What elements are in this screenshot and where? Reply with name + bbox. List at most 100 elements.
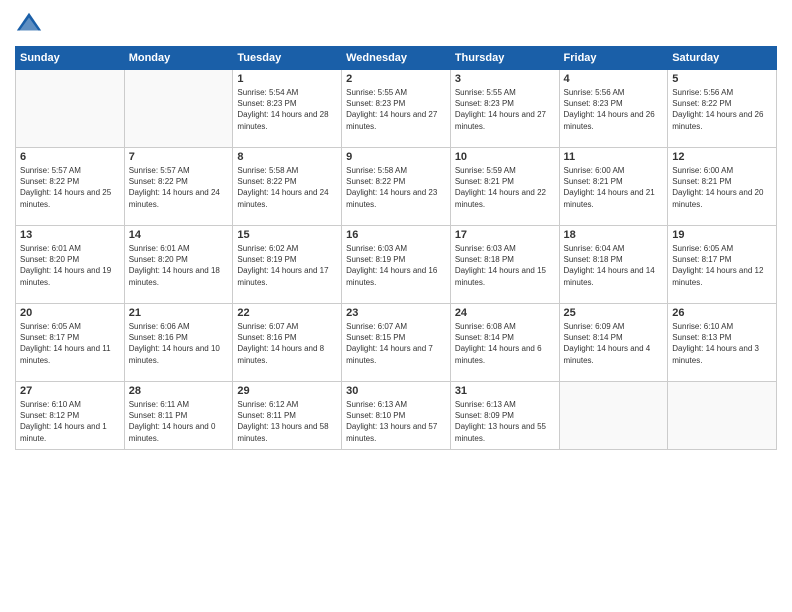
logo (15, 10, 47, 38)
header (15, 10, 777, 38)
day-number: 12 (672, 151, 772, 163)
day-number: 14 (129, 229, 229, 241)
day-info: Sunrise: 5:57 AM Sunset: 8:22 PM Dayligh… (129, 165, 229, 210)
day-info: Sunrise: 6:11 AM Sunset: 8:11 PM Dayligh… (129, 399, 229, 444)
calendar-cell: 11 Sunrise: 6:00 AM Sunset: 8:21 PM Dayli… (559, 148, 668, 226)
day-number: 22 (237, 307, 337, 319)
calendar-header-row: SundayMondayTuesdayWednesdayThursdayFrid… (16, 47, 777, 70)
day-number: 5 (672, 73, 772, 85)
calendar-cell: 25 Sunrise: 6:09 AM Sunset: 8:14 PM Dayli… (559, 304, 668, 382)
day-info: Sunrise: 5:55 AM Sunset: 8:23 PM Dayligh… (346, 87, 446, 132)
day-number: 15 (237, 229, 337, 241)
day-info: Sunrise: 6:00 AM Sunset: 8:21 PM Dayligh… (564, 165, 664, 210)
day-info: Sunrise: 6:03 AM Sunset: 8:18 PM Dayligh… (455, 243, 555, 288)
day-info: Sunrise: 5:56 AM Sunset: 8:23 PM Dayligh… (564, 87, 664, 132)
calendar-cell: 16Sunrise: 6:03 AM Sunset: 8:19 PM Dayli… (342, 226, 451, 304)
day-info: Sunrise: 6:08 AM Sunset: 8:14 PM Dayligh… (455, 321, 555, 366)
day-number: 10 (455, 151, 555, 163)
page: SundayMondayTuesdayWednesdayThursdayFrid… (0, 0, 792, 612)
day-info: Sunrise: 5:57 AM Sunset: 8:22 PM Dayligh… (20, 165, 120, 210)
day-number: 11 (564, 151, 664, 163)
calendar: SundayMondayTuesdayWednesdayThursdayFrid… (15, 46, 777, 450)
calendar-cell: 6 Sunrise: 5:57 AM Sunset: 8:22 PM Daylig… (16, 148, 125, 226)
day-info: Sunrise: 6:00 AM Sunset: 8:21 PM Dayligh… (672, 165, 772, 210)
day-info: Sunrise: 6:10 AM Sunset: 8:13 PM Dayligh… (672, 321, 772, 366)
calendar-week-4: 20 Sunrise: 6:05 AM Sunset: 8:17 PM Dayli… (16, 304, 777, 382)
calendar-cell (559, 382, 668, 450)
calendar-week-1: 1 Sunrise: 5:54 AM Sunset: 8:23 PM Daylig… (16, 70, 777, 148)
day-number: 4 (564, 73, 664, 85)
calendar-cell: 1 Sunrise: 5:54 AM Sunset: 8:23 PM Daylig… (233, 70, 342, 148)
day-info: Sunrise: 6:12 AM Sunset: 8:11 PM Dayligh… (237, 399, 337, 444)
calendar-cell: 31 Sunrise: 6:13 AM Sunset: 8:09 PM Dayli… (450, 382, 559, 450)
calendar-header-saturday: Saturday (668, 47, 777, 70)
calendar-cell: 23 Sunrise: 6:07 AM Sunset: 8:15 PM Dayli… (342, 304, 451, 382)
day-info: Sunrise: 6:10 AM Sunset: 8:12 PM Dayligh… (20, 399, 120, 444)
day-info: Sunrise: 6:04 AM Sunset: 8:18 PM Dayligh… (564, 243, 664, 288)
day-number: 29 (237, 385, 337, 397)
calendar-cell: 10 Sunrise: 5:59 AM Sunset: 8:21 PM Dayli… (450, 148, 559, 226)
calendar-cell: 14 Sunrise: 6:01 AM Sunset: 8:20 PM Dayli… (124, 226, 233, 304)
calendar-header-thursday: Thursday (450, 47, 559, 70)
day-info: Sunrise: 6:05 AM Sunset: 8:17 PM Dayligh… (672, 243, 772, 288)
day-number: 8 (237, 151, 337, 163)
day-number: 9 (346, 151, 446, 163)
calendar-cell: 12 Sunrise: 6:00 AM Sunset: 8:21 PM Dayli… (668, 148, 777, 226)
calendar-week-2: 6 Sunrise: 5:57 AM Sunset: 8:22 PM Daylig… (16, 148, 777, 226)
calendar-header-friday: Friday (559, 47, 668, 70)
calendar-cell: 9 Sunrise: 5:58 AM Sunset: 8:22 PM Daylig… (342, 148, 451, 226)
day-number: 24 (455, 307, 555, 319)
day-info: Sunrise: 5:56 AM Sunset: 8:22 PM Dayligh… (672, 87, 772, 132)
calendar-cell: 2 Sunrise: 5:55 AM Sunset: 8:23 PM Daylig… (342, 70, 451, 148)
calendar-cell: 28 Sunrise: 6:11 AM Sunset: 8:11 PM Dayli… (124, 382, 233, 450)
calendar-cell: 3 Sunrise: 5:55 AM Sunset: 8:23 PM Daylig… (450, 70, 559, 148)
day-number: 18 (564, 229, 664, 241)
calendar-week-5: 27 Sunrise: 6:10 AM Sunset: 8:12 PM Dayli… (16, 382, 777, 450)
day-number: 7 (129, 151, 229, 163)
calendar-header-tuesday: Tuesday (233, 47, 342, 70)
day-info: Sunrise: 5:59 AM Sunset: 8:21 PM Dayligh… (455, 165, 555, 210)
day-number: 16 (346, 229, 446, 241)
day-number: 26 (672, 307, 772, 319)
calendar-cell: 8 Sunrise: 5:58 AM Sunset: 8:22 PM Daylig… (233, 148, 342, 226)
calendar-cell: 22 Sunrise: 6:07 AM Sunset: 8:16 PM Dayli… (233, 304, 342, 382)
calendar-cell: 19Sunrise: 6:05 AM Sunset: 8:17 PM Dayli… (668, 226, 777, 304)
calendar-header-wednesday: Wednesday (342, 47, 451, 70)
calendar-cell: 5 Sunrise: 5:56 AM Sunset: 8:22 PM Daylig… (668, 70, 777, 148)
day-number: 20 (20, 307, 120, 319)
day-number: 1 (237, 73, 337, 85)
day-info: Sunrise: 6:09 AM Sunset: 8:14 PM Dayligh… (564, 321, 664, 366)
calendar-cell (668, 382, 777, 450)
calendar-cell: 15 Sunrise: 6:02 AM Sunset: 8:19 PM Dayli… (233, 226, 342, 304)
day-info: Sunrise: 6:13 AM Sunset: 8:09 PM Dayligh… (455, 399, 555, 444)
calendar-cell: 27 Sunrise: 6:10 AM Sunset: 8:12 PM Dayli… (16, 382, 125, 450)
calendar-cell: 26 Sunrise: 6:10 AM Sunset: 8:13 PM Dayli… (668, 304, 777, 382)
day-number: 23 (346, 307, 446, 319)
day-number: 25 (564, 307, 664, 319)
day-info: Sunrise: 6:01 AM Sunset: 8:20 PM Dayligh… (20, 243, 120, 288)
day-info: Sunrise: 5:58 AM Sunset: 8:22 PM Dayligh… (237, 165, 337, 210)
calendar-cell: 7 Sunrise: 5:57 AM Sunset: 8:22 PM Daylig… (124, 148, 233, 226)
day-number: 27 (20, 385, 120, 397)
calendar-cell (124, 70, 233, 148)
day-info: Sunrise: 6:07 AM Sunset: 8:15 PM Dayligh… (346, 321, 446, 366)
day-number: 31 (455, 385, 555, 397)
day-number: 28 (129, 385, 229, 397)
day-number: 21 (129, 307, 229, 319)
day-info: Sunrise: 6:05 AM Sunset: 8:17 PM Dayligh… (20, 321, 120, 366)
day-number: 2 (346, 73, 446, 85)
day-info: Sunrise: 5:54 AM Sunset: 8:23 PM Dayligh… (237, 87, 337, 132)
calendar-header-sunday: Sunday (16, 47, 125, 70)
day-number: 30 (346, 385, 446, 397)
day-number: 6 (20, 151, 120, 163)
day-info: Sunrise: 5:55 AM Sunset: 8:23 PM Dayligh… (455, 87, 555, 132)
calendar-cell: 17 Sunrise: 6:03 AM Sunset: 8:18 PM Dayli… (450, 226, 559, 304)
calendar-cell (16, 70, 125, 148)
day-info: Sunrise: 6:02 AM Sunset: 8:19 PM Dayligh… (237, 243, 337, 288)
calendar-cell: 4 Sunrise: 5:56 AM Sunset: 8:23 PM Daylig… (559, 70, 668, 148)
day-number: 17 (455, 229, 555, 241)
day-info: Sunrise: 5:58 AM Sunset: 8:22 PM Dayligh… (346, 165, 446, 210)
day-number: 3 (455, 73, 555, 85)
day-info: Sunrise: 6:01 AM Sunset: 8:20 PM Dayligh… (129, 243, 229, 288)
day-info: Sunrise: 6:07 AM Sunset: 8:16 PM Dayligh… (237, 321, 337, 366)
